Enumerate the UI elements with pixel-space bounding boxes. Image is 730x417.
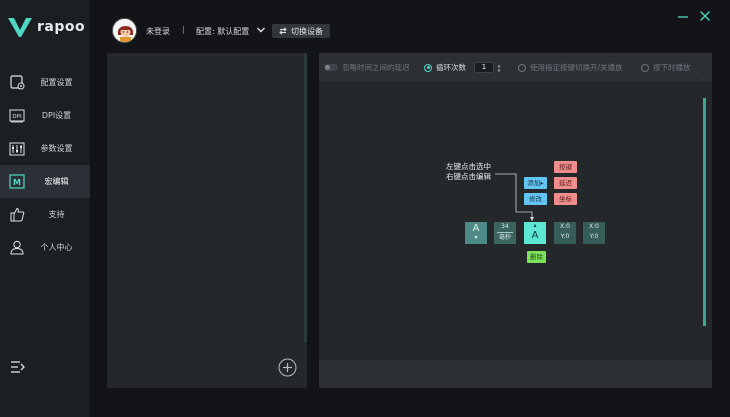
macro-step-coordinate[interactable]: X:0 Y:0 [583,222,605,244]
avatar[interactable] [112,18,137,43]
tag-modify[interactable]: 修改 [524,193,547,205]
rapoo-logo: rapoo [8,16,85,38]
coord-x: X:0 [560,223,570,230]
tag-add-arrow: ▸ [540,179,544,187]
macro-editor-panel: 忽略时间之间的延迟 循环次数 1 ▲ ▼ 使用指定按键切换开/关播放 按下时播放 … [319,53,712,388]
coord-y: Y:0 [589,233,599,240]
sidebar-item-support[interactable]: 支持 [0,198,90,231]
rapoo-logo-mark [8,18,32,37]
tag-delete[interactable]: 删除 [527,251,546,263]
sidebar-item-macro-editor[interactable]: M 宏编辑 [0,165,90,198]
tag-key[interactable]: 按键 [554,161,577,173]
sidebar-item-parameters[interactable]: 参数设置 [0,132,90,165]
switch-device-button[interactable]: 切换设备 [272,24,330,38]
sidebar-item-dpi[interactable]: DPI DPI设置 [0,99,90,132]
switch-device-label: 切换设备 [291,26,323,36]
macro-step-key-label: A [531,230,539,241]
delay-value: 34 [501,223,509,230]
close-icon[interactable] [699,10,711,22]
add-macro-icon[interactable] [278,358,297,377]
sidebar-item-label: 宏编辑 [44,177,69,186]
divider: | [182,25,185,34]
macro-step-key-down[interactable]: A ▾ [465,222,487,244]
sidebar-item-profile-settings[interactable]: 配置设置 [0,66,90,99]
arrow-down-icon: ▾ [474,234,478,241]
svg-text:M: M [13,178,21,187]
tag-add-label: 添加 [527,179,541,187]
sidebar-item-label: 个人中心 [40,243,73,252]
delay-unit: 毫秒 [498,234,511,241]
sliders-icon [9,141,25,157]
config-selector[interactable]: 配置: 默认配置 [196,26,249,37]
tag-coordinate[interactable]: 坐标 [554,193,577,205]
arrow-up-icon: ▴ [533,222,537,229]
dpi-icon: DPI [9,108,25,124]
profile-settings-icon [9,75,25,91]
macro-list-panel [107,53,307,388]
sidebar-item-user-center[interactable]: 个人中心 [0,231,90,264]
coord-x: X:0 [589,223,599,230]
sidebar-nav: 配置设置 DPI DPI设置 参数设置 M 宏编辑 支持 个人中心 [0,66,90,264]
coord-y: Y:0 [560,233,570,240]
macro-icon: M [9,174,25,190]
avatar-image [113,19,136,42]
sidebar-item-label: DPI设置 [41,111,72,120]
sidebar-item-label: 支持 [48,210,65,219]
swap-icon [279,27,287,35]
user-icon [9,240,25,256]
thumbs-up-icon [9,207,25,223]
macro-step-delay[interactable]: 34 毫秒 [494,222,516,244]
chevron-down-icon[interactable] [256,25,266,35]
sidebar: rapoo 配置设置 DPI DPI设置 参数设置 M 宏编辑 支持 个人中心 [0,0,90,417]
macro-step-coordinate[interactable]: X:0 Y:0 [554,222,576,244]
macro-step-key-up-selected[interactable]: ▴ A [524,222,546,244]
login-status[interactable]: 未登录 [146,26,170,37]
brand-name: rapoo [37,19,86,35]
minimize-icon[interactable] [677,10,689,22]
svg-text:DPI: DPI [12,114,22,120]
collapse-menu-icon[interactable] [10,360,26,374]
editor-footer [319,360,712,388]
macro-list-scrollbar[interactable] [304,53,307,343]
tutorial-connectors [495,173,534,221]
tag-delay[interactable]: 延迟 [554,177,577,189]
sidebar-item-label: 参数设置 [40,144,73,153]
sidebar-item-label: 配置设置 [40,78,73,87]
tag-add[interactable]: 添加▸ [524,177,547,189]
top-bar: 未登录 | 配置: 默认配置 切换设备 [90,0,730,50]
